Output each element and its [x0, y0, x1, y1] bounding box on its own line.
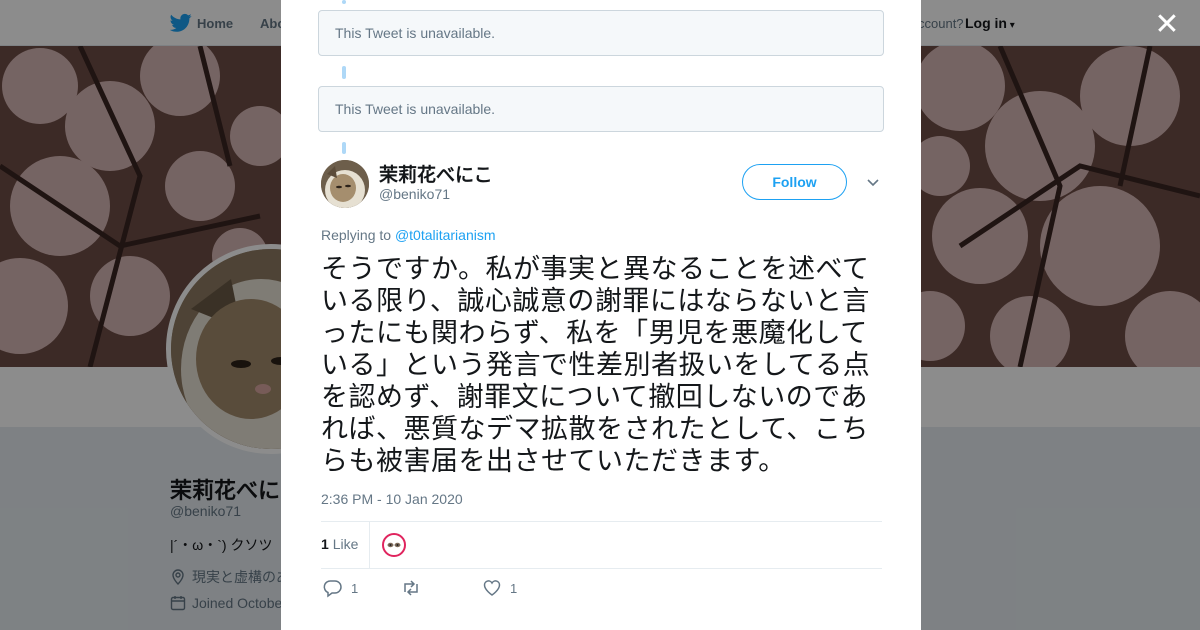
retweet-icon	[404, 580, 418, 596]
like-stat[interactable]: 1 Like	[321, 536, 358, 552]
stats-divider	[369, 522, 370, 568]
author-handle[interactable]: @beniko71	[379, 186, 450, 202]
liker-avatar[interactable]	[382, 533, 406, 557]
thread-line	[342, 66, 346, 79]
follow-button[interactable]: Follow	[742, 164, 847, 200]
reply-button[interactable]: 1	[323, 578, 358, 598]
tweet-modal: This Tweet is unavailable. This Tweet is…	[281, 0, 921, 630]
like-count: 1	[510, 580, 518, 596]
author-name[interactable]: 茉莉花べにこ	[379, 160, 493, 187]
tweet-stats: 1 Like	[321, 521, 882, 569]
thread-line	[342, 142, 346, 154]
tweet-timestamp[interactable]: 2:36 PM - 10 Jan 2020	[321, 491, 463, 507]
like-button[interactable]: 1	[482, 578, 517, 598]
like-stat-label: Like	[332, 536, 359, 552]
replying-prefix: Replying to	[321, 227, 395, 243]
like-stat-count: 1	[321, 536, 329, 552]
tweet-text: そうですか。私が事実と異なることを述べている限り、誠心誠意の謝罪にはならないと言…	[321, 254, 871, 477]
retweet-button[interactable]	[401, 578, 429, 598]
author-avatar[interactable]	[321, 160, 369, 208]
close-icon[interactable]: ✕	[1150, 8, 1184, 42]
tweet-actions: 1 1	[321, 578, 882, 602]
replying-to-line: Replying to @t0talitarianism	[321, 227, 496, 243]
reply-count: 1	[351, 580, 359, 596]
caret-down-icon[interactable]	[865, 174, 881, 190]
heart-icon	[483, 580, 501, 596]
unavailable-tweet-notice: This Tweet is unavailable.	[318, 86, 884, 132]
reply-icon	[323, 580, 342, 598]
unavailable-tweet-notice: This Tweet is unavailable.	[318, 10, 884, 56]
thread-line	[342, 0, 346, 4]
mention-link[interactable]: @t0talitarianism	[395, 227, 496, 243]
